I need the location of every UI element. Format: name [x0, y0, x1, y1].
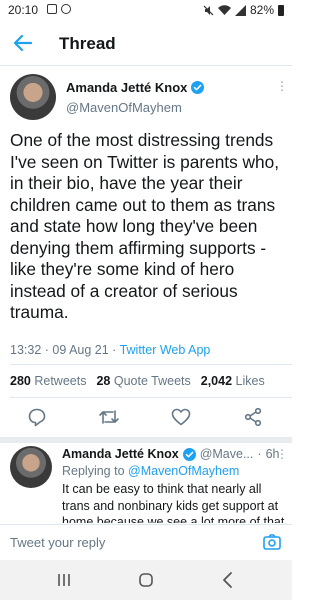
replying-prefix: Replying to — [62, 464, 129, 478]
quotes-stat[interactable]: 28 Quote Tweets — [96, 374, 190, 388]
wifi-icon — [217, 4, 231, 15]
status-right: 82% — [203, 3, 284, 17]
status-notification-icons — [47, 4, 71, 14]
tweet-stats: 280 Retweets 28 Quote Tweets 2,042 Likes — [10, 374, 265, 388]
section-divider — [0, 437, 292, 443]
back-nav-icon[interactable] — [218, 570, 238, 590]
retweet-icon[interactable] — [98, 406, 120, 428]
avatar[interactable] — [10, 74, 56, 120]
clock-icon — [61, 4, 71, 14]
heart-icon[interactable] — [170, 406, 192, 428]
retweets-label: Retweets — [34, 374, 87, 388]
retweets-stat[interactable]: 280 Retweets — [10, 374, 86, 388]
system-nav-bar — [0, 560, 292, 600]
thread-header: Thread — [0, 22, 292, 66]
camera-icon[interactable] — [262, 532, 282, 552]
reply-avatar[interactable] — [10, 446, 52, 488]
arrow-left-icon[interactable] — [12, 32, 34, 54]
likes-count: 2,042 — [200, 374, 233, 388]
reply-separator: · — [257, 447, 262, 461]
reply-icon[interactable] — [26, 406, 48, 428]
author-name-row[interactable]: Amanda Jetté Knox — [66, 80, 205, 95]
reply-compose-bar: Tweet your reply — [0, 524, 292, 560]
home-icon[interactable] — [136, 570, 156, 590]
reply-author-name: Amanda Jetté Knox — [62, 447, 179, 461]
battery-icon — [278, 4, 284, 16]
replying-to: Replying to @MavenOfMayhem — [62, 464, 239, 478]
quotes-count: 28 — [96, 374, 111, 388]
author-name: Amanda Jetté Knox — [66, 80, 188, 95]
page-title: Thread — [59, 34, 116, 53]
reply-handle: @Mave... — [199, 447, 254, 461]
retweets-count: 280 — [10, 374, 31, 388]
likes-stat[interactable]: 2,042 Likes — [201, 374, 265, 388]
reply-text: It can be easy to think that nearly all … — [62, 482, 285, 523]
divider — [10, 397, 292, 398]
reply-input[interactable]: Tweet your reply — [10, 535, 105, 550]
tweet-meta: 13:32 · 09 Aug 21 · Twitter Web App — [10, 343, 210, 357]
more-options-icon[interactable]: ⋮ — [276, 448, 288, 460]
tweet-source-link[interactable]: Twitter Web App — [120, 343, 211, 357]
reply-header[interactable]: Amanda Jetté Knox @Mave... · 6h — [62, 447, 279, 461]
quotes-label: Quote Tweets — [113, 374, 191, 388]
status-bar: 20:10 82% — [0, 0, 292, 20]
divider — [10, 364, 292, 365]
author-handle[interactable]: @MavenOfMayhem — [66, 100, 182, 115]
tweet-actions — [0, 406, 292, 432]
signal-icon — [234, 4, 246, 16]
more-options-icon[interactable]: ⋮ — [276, 80, 288, 92]
verified-badge-icon — [191, 81, 205, 94]
recent-apps-icon[interactable] — [54, 570, 74, 590]
instagram-icon — [47, 4, 57, 14]
tweet-timestamp: 13:32 · 09 Aug 21 · — [10, 343, 120, 357]
verified-badge-icon — [182, 447, 196, 461]
tweet-text: One of the most distressing trends I've … — [10, 130, 280, 322]
status-time: 20:10 — [8, 3, 39, 17]
replying-to-handle[interactable]: @MavenOfMayhem — [128, 464, 239, 478]
mute-icon — [203, 5, 214, 15]
share-icon[interactable] — [242, 406, 264, 428]
battery-percent: 82% — [249, 3, 274, 17]
likes-label: Likes — [235, 374, 265, 388]
